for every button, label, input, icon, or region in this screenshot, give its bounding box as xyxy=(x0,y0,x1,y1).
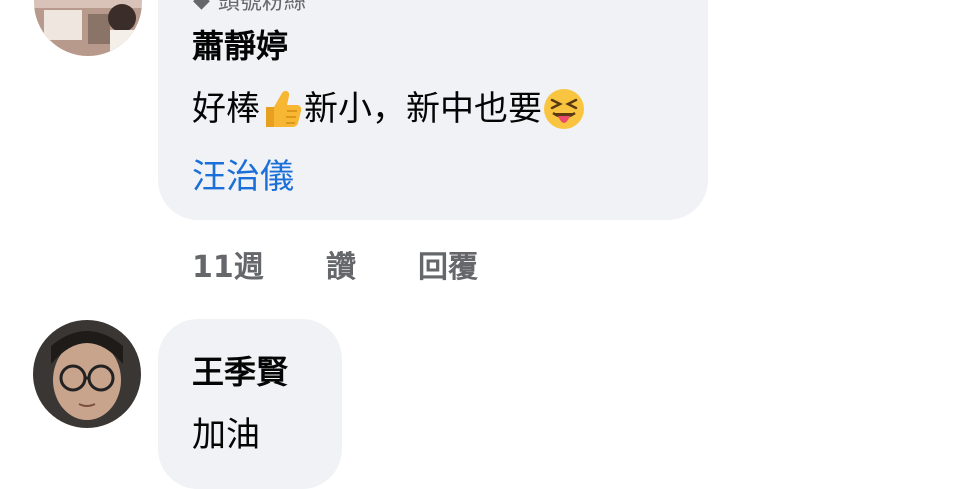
comment-author[interactable]: 王季賢 xyxy=(192,352,288,392)
comment-bubble xyxy=(158,319,342,489)
diamond-icon: ◆ xyxy=(193,0,210,13)
comment-text: 加油 xyxy=(192,415,260,455)
comment-time[interactable]: 11週 xyxy=(192,242,326,286)
badge-label: 頭號粉絲 xyxy=(217,0,306,15)
top-fan-badge: ◆ 頭號粉絲 xyxy=(193,0,306,15)
comment-text-part: 好棒 xyxy=(192,89,260,129)
thumbs-up-emoji xyxy=(260,87,304,131)
avatar[interactable] xyxy=(33,320,141,428)
mention-link[interactable]: 汪治儀 xyxy=(192,154,294,200)
like-button[interactable]: 讚 xyxy=(326,242,418,286)
comment-author[interactable]: 蕭靜婷 xyxy=(192,26,288,66)
avatar[interactable] xyxy=(34,0,142,56)
comment-text: 好棒 新小，新中也要 xyxy=(192,86,586,132)
squinting-tongue-emoji xyxy=(542,87,586,131)
comment-text-part: 新小，新中也要 xyxy=(304,89,542,129)
reply-button[interactable]: 回覆 xyxy=(418,242,478,286)
comment-actions: 11週 讚 回覆 xyxy=(192,242,478,286)
